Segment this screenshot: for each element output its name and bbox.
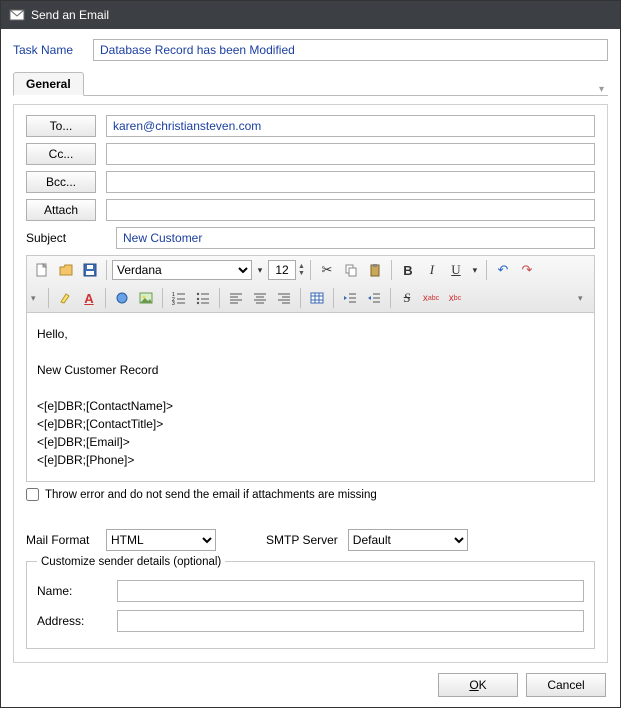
toolbar-overflow-icon[interactable]: ▾ (578, 293, 590, 304)
paste-icon[interactable] (364, 259, 386, 281)
underline-dropdown-icon[interactable]: ▾ (469, 259, 481, 281)
unordered-list-icon[interactable] (192, 287, 214, 309)
toolbar-overflow-icon[interactable]: ▾ (31, 293, 43, 304)
image-icon[interactable] (135, 287, 157, 309)
dialog-footer: OK Cancel (1, 663, 620, 707)
font-size-up[interactable]: ▲ (298, 263, 305, 270)
mail-format-select[interactable]: HTML (106, 529, 216, 551)
cc-input[interactable] (106, 143, 595, 165)
throw-error-checkbox[interactable] (26, 488, 39, 501)
subject-label: Subject (26, 231, 96, 245)
bcc-input[interactable] (106, 171, 595, 193)
throw-error-row: Throw error and do not send the email if… (26, 488, 595, 501)
separator (300, 288, 301, 308)
font-color-icon[interactable]: A (78, 287, 100, 309)
italic-icon[interactable]: I (421, 259, 443, 281)
redo-icon[interactable]: ↷ (516, 259, 538, 281)
open-icon[interactable] (55, 259, 77, 281)
send-email-dialog: Send an Email Task Name General ▾ To... … (0, 0, 621, 708)
cut-icon[interactable]: ✂ (316, 259, 338, 281)
editor-toolbar: Verdana ▾ ▲ ▼ ✂ B I U ▾ ↶ ↷ (26, 255, 595, 313)
cc-row: Cc... (26, 143, 595, 165)
attach-input[interactable] (106, 199, 595, 221)
tab-general[interactable]: General (13, 72, 84, 96)
font-family-select[interactable]: Verdana (112, 260, 252, 280)
sender-name-label: Name: (37, 584, 117, 598)
ordered-list-icon[interactable]: 123 (168, 287, 190, 309)
cc-button[interactable]: Cc... (26, 143, 96, 165)
bold-icon[interactable]: B (397, 259, 419, 281)
task-name-row: Task Name (13, 39, 608, 61)
attach-button[interactable]: Attach (26, 199, 96, 221)
highlight-icon[interactable] (54, 287, 76, 309)
align-left-icon[interactable] (225, 287, 247, 309)
separator (106, 260, 107, 280)
svg-text:3: 3 (172, 301, 175, 305)
font-size-down[interactable]: ▼ (298, 270, 305, 277)
separator (48, 288, 49, 308)
email-icon (9, 7, 25, 23)
sender-name-input[interactable] (117, 580, 584, 602)
subject-input[interactable] (116, 227, 595, 249)
to-input[interactable] (106, 115, 595, 137)
sender-address-label: Address: (37, 614, 117, 628)
tab-overflow-icon[interactable]: ▾ (599, 84, 608, 95)
title-bar[interactable]: Send an Email (1, 1, 620, 29)
underline-icon[interactable]: U (445, 259, 467, 281)
save-icon[interactable] (79, 259, 101, 281)
copy-icon[interactable] (340, 259, 362, 281)
to-row: To... (26, 115, 595, 137)
email-body-editor[interactable]: Hello, New Customer Record <[e]DBR;[Cont… (26, 313, 595, 482)
subject-row: Subject (26, 227, 595, 249)
separator (162, 288, 163, 308)
to-button[interactable]: To... (26, 115, 96, 137)
table-icon[interactable] (306, 287, 328, 309)
strikethrough-icon[interactable]: S (396, 287, 418, 309)
separator (486, 260, 487, 280)
sender-address-input[interactable] (117, 610, 584, 632)
separator (310, 260, 311, 280)
task-name-input[interactable] (93, 39, 608, 61)
throw-error-label: Throw error and do not send the email if… (45, 489, 377, 501)
tab-strip: General ▾ (13, 71, 608, 96)
outdent-icon[interactable] (339, 287, 361, 309)
ok-button[interactable]: OK (438, 673, 518, 697)
sender-name-row: Name: (37, 580, 584, 602)
align-center-icon[interactable] (249, 287, 271, 309)
font-dropdown-icon[interactable]: ▾ (254, 259, 266, 281)
window-title: Send an Email (31, 8, 109, 22)
bcc-row: Bcc... (26, 171, 595, 193)
cancel-button[interactable]: Cancel (526, 673, 606, 697)
align-right-icon[interactable] (273, 287, 295, 309)
sender-address-row: Address: (37, 610, 584, 632)
indent-icon[interactable] (363, 287, 385, 309)
mail-format-label: Mail Format (26, 533, 96, 547)
sender-details-group: Customize sender details (optional) Name… (26, 561, 595, 649)
separator (391, 260, 392, 280)
link-icon[interactable] (111, 287, 133, 309)
format-smtp-row: Mail Format HTML SMTP Server Default (26, 529, 595, 551)
sender-details-legend: Customize sender details (optional) (37, 556, 225, 568)
content-area: Task Name General ▾ To... Cc... Bcc... A… (1, 29, 620, 663)
separator (105, 288, 106, 308)
smtp-server-label: SMTP Server (266, 533, 338, 547)
separator (390, 288, 391, 308)
smtp-server-select[interactable]: Default (348, 529, 468, 551)
task-name-label: Task Name (13, 43, 93, 57)
bcc-button[interactable]: Bcc... (26, 171, 96, 193)
separator (219, 288, 220, 308)
separator (333, 288, 334, 308)
new-doc-icon[interactable] (31, 259, 53, 281)
font-size-input[interactable] (268, 260, 296, 280)
general-panel: To... Cc... Bcc... Attach Subject (13, 104, 608, 663)
undo-icon[interactable]: ↶ (492, 259, 514, 281)
attach-row: Attach (26, 199, 595, 221)
superscript-icon[interactable]: xabc (420, 287, 442, 309)
subscript-icon[interactable]: xbc (444, 287, 466, 309)
